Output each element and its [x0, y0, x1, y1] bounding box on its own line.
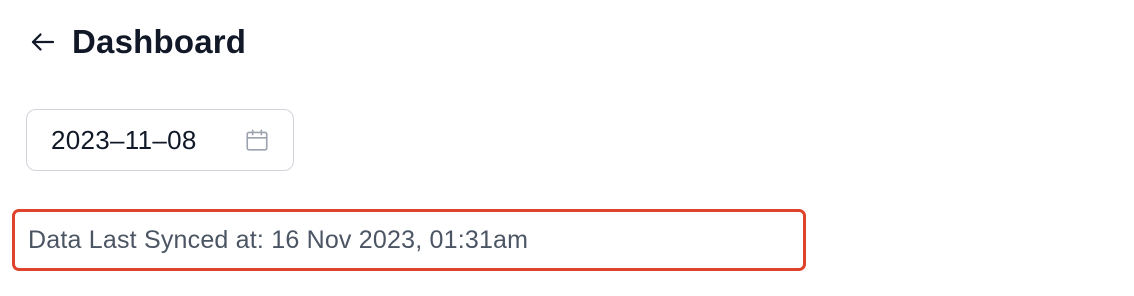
date-picker[interactable]: 2023–11–08: [26, 109, 294, 171]
arrow-left-icon: [31, 33, 55, 51]
sync-status-text: Data Last Synced at: 16 Nov 2023, 01:31a…: [28, 225, 529, 254]
page-header: Dashboard: [26, 20, 246, 64]
calendar-icon[interactable]: [243, 126, 271, 154]
sync-status-highlight: Data Last Synced at: 16 Nov 2023, 01:31a…: [12, 209, 806, 271]
page-title: Dashboard: [72, 23, 247, 60]
date-value: 2023–11–08: [51, 124, 197, 155]
back-button[interactable]: [26, 25, 60, 59]
